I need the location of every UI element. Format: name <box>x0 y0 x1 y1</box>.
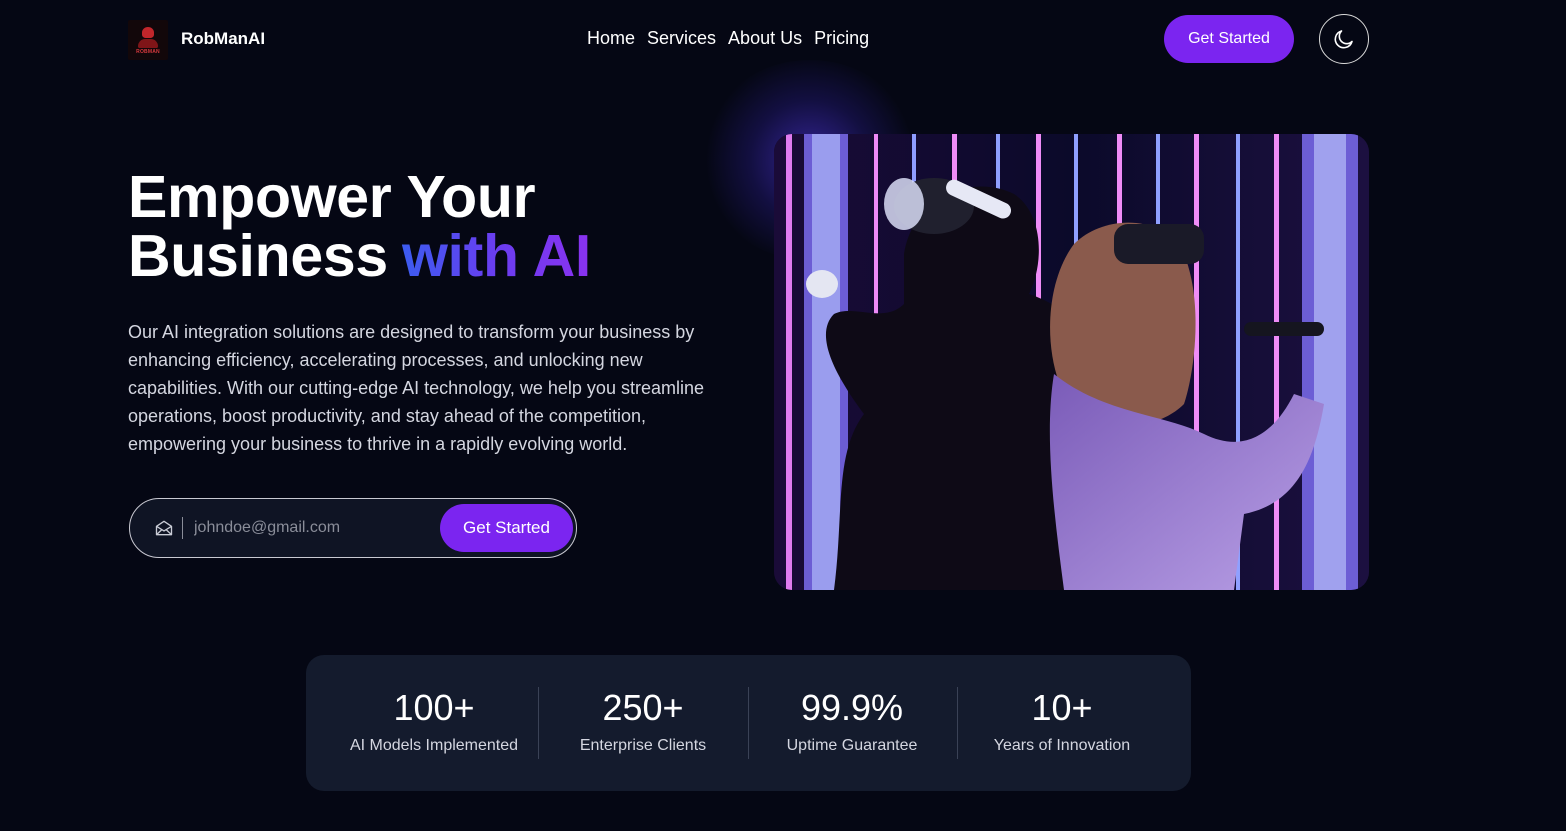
stat-value: 100+ <box>393 687 475 728</box>
stat-label: AI Models Implemented <box>349 737 519 754</box>
stat-item: 250+ Enterprise Clients <box>538 655 748 791</box>
stat-label: Years of Innovation <box>993 737 1131 754</box>
hero-description: Our AI integration solutions are designe… <box>128 322 704 454</box>
nav-item-services[interactable]: Services <box>647 28 716 49</box>
stat-item: 10+ Years of Innovation <box>957 655 1167 791</box>
logo-text: ROBMAN <box>136 49 160 55</box>
hero-image <box>774 134 1369 590</box>
nav-item-about-us[interactable]: About Us <box>728 28 802 49</box>
logo-robot-head <box>142 27 154 38</box>
stat-value: 99.9% <box>800 687 904 728</box>
stats-panel: 100+ AI Models Implemented 250+ Enterpri… <box>306 655 1191 791</box>
theme-toggle-button[interactable] <box>1319 14 1369 64</box>
landing-page: ROBMAN RobManAI Home Services About Us P… <box>0 0 1566 831</box>
hero-title-line2: Business <box>128 223 388 289</box>
stat-label: Enterprise Clients <box>579 737 707 754</box>
nav-item-pricing[interactable]: Pricing <box>814 28 869 49</box>
brand-name[interactable]: RobManAI <box>181 29 265 49</box>
nav-get-started-button[interactable]: Get Started <box>1164 15 1294 63</box>
hero-title: Empower Your Business with AI <box>128 168 591 286</box>
main-nav: Home Services About Us Pricing <box>587 28 869 49</box>
brand-logo[interactable]: ROBMAN <box>128 20 168 60</box>
hero-title-line1: Empower Your <box>128 164 536 230</box>
stat-value: 250+ <box>602 687 684 728</box>
nav-item-home[interactable]: Home <box>587 28 635 49</box>
stat-item: 99.9% Uptime Guarantee <box>747 655 957 791</box>
email-signup-form: Get Started <box>129 498 577 558</box>
moon-icon <box>1334 30 1353 49</box>
mail-open-icon <box>155 520 173 536</box>
email-input[interactable] <box>194 516 434 540</box>
logo-robot-body <box>138 39 158 48</box>
stat-value: 10+ <box>1031 687 1093 728</box>
hero-title-accent: with AI <box>401 223 592 289</box>
stat-item: 100+ AI Models Implemented <box>329 655 539 791</box>
stat-label: Uptime Guarantee <box>786 737 918 754</box>
hero-get-started-button[interactable]: Get Started <box>440 504 573 552</box>
input-separator <box>182 517 183 539</box>
